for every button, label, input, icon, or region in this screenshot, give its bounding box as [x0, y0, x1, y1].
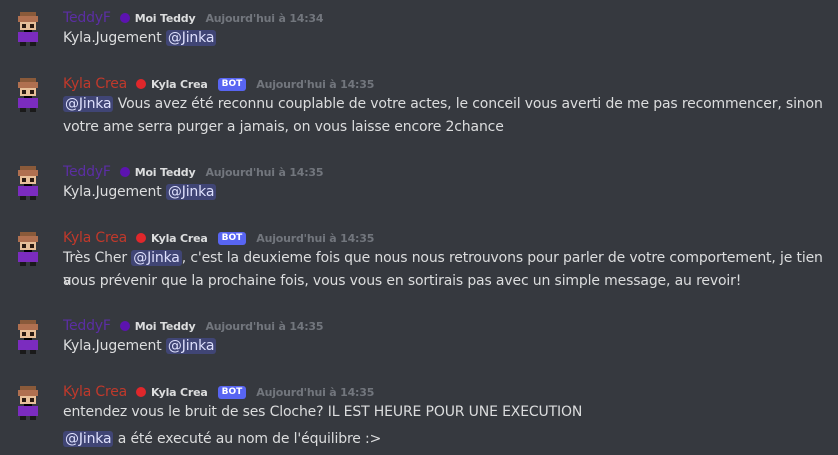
avatar-kyla-crea[interactable]: [14, 78, 42, 112]
timestamp: Aujourd'hui à 14:35: [256, 385, 375, 399]
message-content: Kyla.Jugement @Jinka: [63, 27, 833, 50]
user-mention[interactable]: @Jinka: [63, 96, 114, 112]
timestamp: Aujourd'hui à 14:34: [205, 11, 324, 25]
message-text: a été executé au nom de l'équilibre :>: [113, 431, 382, 447]
message-content: @Jinka a été executé au nom de l'équilib…: [63, 428, 833, 451]
message-content: votre ame serra purger a jamais, on vous…: [63, 116, 833, 139]
message-text: votre ame serra purger a jamais, on vous…: [63, 119, 504, 135]
message-content: Kyla.Jugement @Jinka: [63, 335, 833, 358]
message-content: Kyla.Jugement @Jinka: [63, 181, 833, 204]
message: TeddyF Moi Teddy Aujourd'hui à 14:34 Kyl…: [0, 9, 838, 57]
username[interactable]: Kyla Crea: [63, 230, 127, 246]
message-text: Très Cher: [63, 250, 132, 266]
avatar-kyla-crea[interactable]: [14, 386, 42, 420]
message-text: entendez vous le bruit de ses Cloche? IL…: [63, 404, 583, 420]
user-mention[interactable]: @Jinka: [165, 184, 217, 200]
message-text: Kyla.Jugement: [63, 184, 162, 200]
message: Kyla Crea Kyla Crea BOT Aujourd'hui à 14…: [0, 383, 838, 453]
username[interactable]: TeddyF: [63, 10, 111, 26]
role-name[interactable]: Moi Teddy: [135, 166, 196, 179]
role-color-icon: [119, 167, 130, 177]
bot-tag: BOT: [217, 385, 247, 399]
avatar-teddyf[interactable]: [14, 320, 42, 354]
role-color-icon: [135, 79, 146, 89]
timestamp: Aujourd'hui à 14:35: [256, 231, 375, 245]
role-color-icon: [119, 321, 130, 331]
message-text: Vous avez été reconnu couplable de votre…: [113, 96, 823, 112]
bot-tag: BOT: [217, 231, 247, 245]
avatar-teddyf[interactable]: [14, 12, 42, 46]
username[interactable]: Kyla Crea: [63, 384, 127, 400]
chat-message-list: TeddyF Moi Teddy Aujourd'hui à 14:34 Kyl…: [0, 0, 838, 455]
role-name[interactable]: Moi Teddy: [135, 320, 196, 333]
message: TeddyF Moi Teddy Aujourd'hui à 14:35 Kyl…: [0, 317, 838, 365]
message-content: entendez vous le bruit de ses Cloche? IL…: [63, 401, 833, 424]
avatar-teddyf[interactable]: [14, 166, 42, 200]
username[interactable]: TeddyF: [63, 164, 111, 180]
timestamp: Aujourd'hui à 14:35: [205, 319, 324, 333]
message-text: Kyla.Jugement: [63, 338, 162, 354]
role-name[interactable]: Kyla Crea: [151, 386, 208, 399]
role-name[interactable]: Moi Teddy: [135, 12, 196, 25]
message-text: vous prévenir que la prochaine fois, vou…: [63, 273, 742, 289]
username[interactable]: TeddyF: [63, 318, 111, 334]
message: Kyla Crea Kyla Crea BOT Aujourd'hui à 14…: [0, 229, 838, 297]
message-content: @Jinka Vous avez été reconnu couplable d…: [63, 93, 833, 116]
role-color-icon: [135, 233, 146, 243]
avatar-kyla-crea[interactable]: [14, 232, 42, 266]
message: TeddyF Moi Teddy Aujourd'hui à 14:35 Kyl…: [0, 163, 838, 211]
user-mention[interactable]: @Jinka: [165, 338, 217, 354]
message: Kyla Crea Kyla Crea BOT Aujourd'hui à 14…: [0, 75, 838, 143]
role-name[interactable]: Kyla Crea: [151, 232, 208, 245]
bot-tag: BOT: [217, 77, 247, 91]
user-mention[interactable]: @Jinka: [63, 431, 114, 447]
timestamp: Aujourd'hui à 14:35: [256, 77, 375, 91]
message-text: Kyla.Jugement: [63, 30, 162, 46]
timestamp: Aujourd'hui à 14:35: [205, 165, 324, 179]
user-mention[interactable]: @Jinka: [165, 30, 217, 46]
username[interactable]: Kyla Crea: [63, 76, 127, 92]
role-name[interactable]: Kyla Crea: [151, 78, 208, 91]
message-content: vous prévenir que la prochaine fois, vou…: [63, 270, 833, 293]
role-color-icon: [135, 387, 146, 397]
user-mention[interactable]: @Jinka: [131, 250, 182, 266]
role-color-icon: [119, 13, 130, 23]
